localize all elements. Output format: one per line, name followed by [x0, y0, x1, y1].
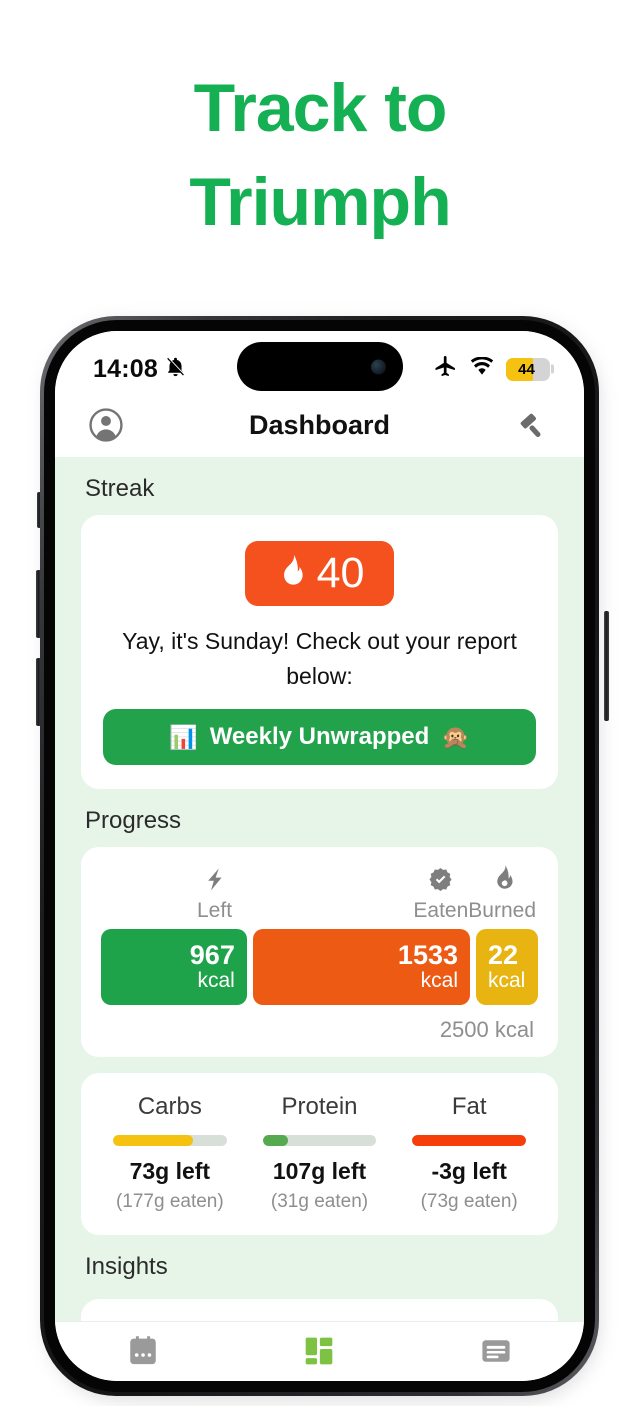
- calorie-bar: 967 kcal 1533 kcal 22 kcal: [101, 929, 538, 1005]
- bell-slash-icon: [164, 355, 187, 383]
- section-label-streak: Streak: [85, 475, 155, 502]
- macro-protein-fill: [262, 1135, 288, 1146]
- calorie-total: 2500 kcal: [439, 1017, 534, 1042]
- section-label-progress: Progress: [85, 807, 182, 834]
- profile-avatar-icon[interactable]: [87, 406, 125, 444]
- dynamic-island: [236, 342, 403, 391]
- front-camera-icon: [370, 359, 386, 374]
- tab-bar: [55, 1321, 584, 1381]
- page-title: Dashboard: [248, 409, 391, 440]
- macros-row: Carbs 73g left (177g eaten) Protein 107g…: [95, 1093, 544, 1213]
- calorie-eaten-unit: kcal: [420, 969, 458, 993]
- calorie-segment-burned: 22 kcal: [476, 929, 538, 1005]
- macro-carbs-name: Carbs: [137, 1093, 202, 1120]
- legend-left-label: Left: [197, 899, 233, 922]
- dashboard-tab[interactable]: [231, 1334, 407, 1373]
- log-tab[interactable]: [408, 1334, 584, 1373]
- legend-burned: Burned: [468, 864, 536, 923]
- hero-headline: Track to Triumph: [0, 0, 640, 250]
- macro-protein-track: [262, 1135, 377, 1146]
- macro-carbs-eaten: (177g eaten): [115, 1191, 224, 1212]
- dashboard-grid-icon: [302, 1334, 336, 1373]
- streak-badge: 40: [244, 541, 395, 606]
- progress-card: Left Eaten Burned 967 kcal 1533 kcal 22 …: [81, 847, 558, 1057]
- wifi-icon: [469, 356, 495, 382]
- phone-bezel: 14:08 44 Dashboard Streak 40 Yay, it's S…: [44, 320, 595, 1392]
- phone-mockup: 14:08 44 Dashboard Streak 40 Yay, it's S…: [36, 316, 609, 1406]
- gavel-icon[interactable]: [514, 406, 552, 444]
- macro-fat: Fat -3g left (73g eaten): [394, 1093, 544, 1213]
- bar-chart-emoji-icon: 📊: [169, 723, 198, 750]
- calorie-left-unit: kcal: [197, 969, 235, 993]
- macro-carbs-left: 73g left: [129, 1158, 211, 1184]
- calorie-left-value: 967: [189, 939, 235, 970]
- legend-left: Left: [197, 866, 232, 923]
- calendar-icon: [126, 1334, 160, 1373]
- list-lines-icon: [479, 1334, 513, 1373]
- legend-eaten-label: Eaten: [413, 899, 469, 922]
- airplane-icon: [433, 354, 458, 384]
- hero-title-line2: Triumph: [189, 163, 451, 240]
- calorie-legend: Left Eaten Burned: [101, 863, 538, 923]
- macro-protein: Protein 107g left (31g eaten): [245, 1093, 395, 1213]
- calendar-tab[interactable]: [55, 1334, 231, 1373]
- lightning-bolt-icon: [201, 866, 228, 898]
- flame-icon: [275, 553, 306, 595]
- calorie-segment-eaten: 1533 kcal: [252, 929, 470, 1005]
- section-label-insights: Insights: [85, 1253, 168, 1280]
- calorie-burned-unit: kcal: [488, 969, 526, 993]
- monkey-emoji-icon: 🙊: [441, 723, 470, 750]
- flame-icon: [489, 864, 516, 898]
- macro-carbs-track: [113, 1135, 227, 1146]
- macro-protein-left: 107g left: [272, 1158, 367, 1184]
- phone-frame: 14:08 44 Dashboard Streak 40 Yay, it's S…: [40, 316, 599, 1396]
- check-badge-icon: [427, 866, 454, 898]
- battery-cap: [551, 364, 554, 374]
- macro-fat-eaten: (73g eaten): [420, 1191, 518, 1212]
- status-bar: 14:08 44: [55, 331, 584, 393]
- insights-card[interactable]: [81, 1299, 558, 1321]
- hero-title-line1: Track to: [193, 70, 448, 146]
- status-time: 14:08: [93, 354, 158, 383]
- macro-fat-left: -3g left: [431, 1158, 507, 1184]
- macro-carbs: Carbs 73g left (177g eaten): [95, 1093, 245, 1213]
- streak-card: 40 Yay, it's Sunday! Check out your repo…: [81, 515, 558, 789]
- macro-protein-name: Protein: [281, 1093, 358, 1120]
- dashboard-content: Streak 40 Yay, it's Sunday! Check out yo…: [55, 457, 584, 1321]
- nav-bar: Dashboard: [55, 393, 584, 457]
- power-button[interactable]: [604, 611, 609, 721]
- macro-fat-track: [412, 1135, 527, 1146]
- phone-screen: 14:08 44 Dashboard Streak 40 Yay, it's S…: [55, 331, 584, 1381]
- macro-fat-name: Fat: [451, 1093, 487, 1120]
- macros-card: Carbs 73g left (177g eaten) Protein 107g…: [81, 1073, 558, 1235]
- macro-protein-eaten: (31g eaten): [270, 1191, 369, 1212]
- status-bar-right: 44: [433, 354, 554, 384]
- legend-burned-label: Burned: [468, 899, 536, 922]
- weekly-unwrapped-label: Weekly Unwrapped: [209, 723, 430, 750]
- calorie-segment-left: 967 kcal: [101, 929, 247, 1005]
- streak-message: Yay, it's Sunday! Check out your report …: [122, 628, 517, 689]
- macro-fat-fill: [412, 1135, 527, 1146]
- battery-percent: 44: [518, 360, 535, 378]
- weekly-unwrapped-button[interactable]: 📊 Weekly Unwrapped 🙊: [103, 709, 536, 765]
- status-bar-left: 14:08: [93, 355, 187, 384]
- legend-eaten: Eaten: [413, 866, 468, 923]
- calorie-burned-value: 22: [488, 939, 519, 970]
- macro-carbs-fill: [113, 1135, 193, 1146]
- battery-indicator: 44: [506, 357, 554, 381]
- calorie-eaten-value: 1533: [397, 939, 458, 970]
- streak-count: 40: [316, 549, 365, 597]
